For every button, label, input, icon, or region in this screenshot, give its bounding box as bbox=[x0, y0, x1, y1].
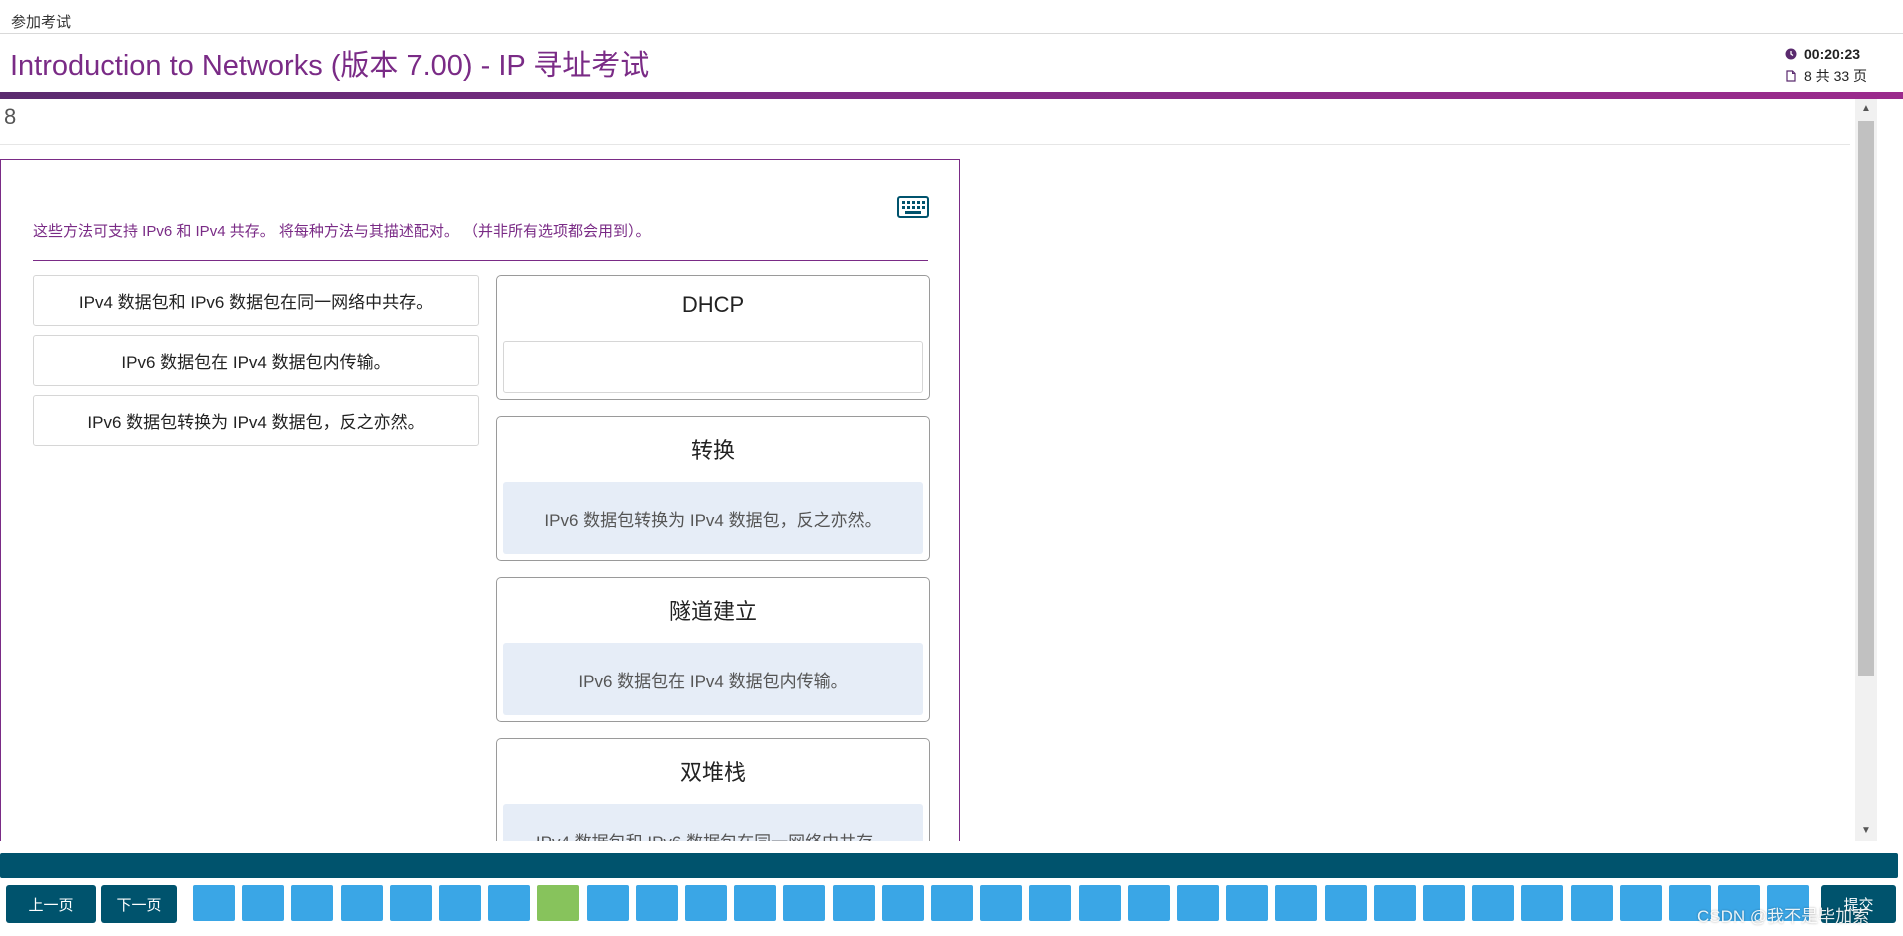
page-square[interactable] bbox=[1325, 885, 1367, 921]
window-topbar: 参加考试 bbox=[0, 0, 1903, 34]
page-square[interactable] bbox=[882, 885, 924, 921]
page-square[interactable] bbox=[488, 885, 530, 921]
page-square[interactable] bbox=[1620, 885, 1662, 921]
scroll-up-arrow-icon[interactable]: ▲ bbox=[1855, 99, 1877, 119]
timer-value: 00:20:23 bbox=[1804, 46, 1861, 62]
previous-page-button[interactable]: 上一页 bbox=[6, 885, 96, 923]
target-dual-stack: 双堆栈 IPv4 数据包和 IPv6 数据包在同一网络中共存。 bbox=[496, 738, 930, 841]
page-square[interactable] bbox=[833, 885, 875, 921]
target-translation: 转换 IPv6 数据包转换为 IPv4 数据包，反之亦然。 bbox=[496, 416, 930, 561]
target-title: 转换 bbox=[690, 438, 735, 463]
target-title: DHCP bbox=[681, 292, 745, 317]
page-square-current[interactable] bbox=[537, 885, 579, 921]
page-square[interactable] bbox=[980, 885, 1022, 921]
page-square[interactable] bbox=[1423, 885, 1465, 921]
drop-zone-answer[interactable]: IPv4 数据包和 IPv6 数据包在同一网络中共存。 bbox=[503, 804, 923, 841]
page-square[interactable] bbox=[1472, 885, 1514, 921]
page-counter-value: 8 共 33 页 bbox=[1804, 68, 1868, 84]
option-list: IPv4 数据包和 IPv6 数据包在同一网络中共存。 IPv6 数据包在 IP… bbox=[33, 275, 481, 455]
page-square[interactable] bbox=[1079, 885, 1121, 921]
next-page-button[interactable]: 下一页 bbox=[101, 885, 177, 923]
page-square[interactable] bbox=[1128, 885, 1170, 921]
keyboard-icon[interactable] bbox=[897, 196, 929, 218]
page-square[interactable] bbox=[1275, 885, 1317, 921]
exam-title: Introduction to Networks (版本 7.00) - IP … bbox=[10, 50, 650, 82]
exam-meta: 00:20:23 8 共 33 页 bbox=[1785, 43, 1895, 87]
document-icon bbox=[1786, 70, 1796, 82]
page-square[interactable] bbox=[1226, 885, 1268, 921]
scrollbar-thumb[interactable] bbox=[1858, 121, 1874, 676]
exam-window: 参加考试 Introduction to Networks (版本 7.00) … bbox=[0, 0, 1903, 936]
header-divider bbox=[0, 92, 1903, 99]
page-square[interactable] bbox=[636, 885, 678, 921]
drop-zone-answer[interactable]: IPv6 数据包在 IPv4 数据包内传输。 bbox=[503, 643, 923, 715]
drag-option[interactable]: IPv6 数据包转换为 IPv4 数据包，反之亦然。 bbox=[33, 395, 479, 446]
page-square[interactable] bbox=[931, 885, 973, 921]
drop-zone-answer[interactable]: IPv6 数据包转换为 IPv4 数据包，反之亦然。 bbox=[503, 482, 923, 554]
page-square[interactable] bbox=[1374, 885, 1416, 921]
vertical-scrollbar[interactable]: ▲ ▼ bbox=[1855, 99, 1877, 841]
navigation-strip bbox=[0, 853, 1898, 878]
drag-option[interactable]: IPv6 数据包在 IPv4 数据包内传输。 bbox=[33, 335, 479, 386]
question-number-divider bbox=[0, 144, 1850, 145]
page-counter: 8 共 33 页 bbox=[1785, 65, 1895, 87]
question-panel: 这些方法可支持 IPv6 和 IPv4 共存。 将每种方法与其描述配对。 （并非… bbox=[0, 159, 960, 841]
page-square[interactable] bbox=[685, 885, 727, 921]
target-dhcp: DHCP bbox=[496, 275, 930, 400]
page-square[interactable] bbox=[1571, 885, 1613, 921]
target-list: DHCP 转换 IPv6 数据包转换为 IPv4 数据包，反之亦然。 隧道建立 … bbox=[496, 275, 930, 841]
page-square[interactable] bbox=[193, 885, 235, 921]
window-title: 参加考试 bbox=[11, 14, 72, 31]
page-square[interactable] bbox=[783, 885, 825, 921]
exam-footer: 上一页 下一页 提交 bbox=[0, 883, 1903, 936]
clock-icon bbox=[1785, 48, 1797, 60]
page-square[interactable] bbox=[587, 885, 629, 921]
question-number: 8 bbox=[4, 104, 17, 129]
watermark: CSDN @我不是毕加索 bbox=[1697, 907, 1870, 926]
page-square[interactable] bbox=[1177, 885, 1219, 921]
target-title: 双堆栈 bbox=[679, 760, 746, 785]
target-title: 隧道建立 bbox=[668, 599, 757, 624]
target-tunneling: 隧道建立 IPv6 数据包在 IPv4 数据包内传输。 bbox=[496, 577, 930, 722]
instruction-divider bbox=[33, 260, 928, 261]
question-instruction: 这些方法可支持 IPv6 和 IPv4 共存。 将每种方法与其描述配对。 （并非… bbox=[33, 223, 651, 240]
scroll-down-arrow-icon[interactable]: ▼ bbox=[1855, 821, 1877, 841]
page-square[interactable] bbox=[1521, 885, 1563, 921]
page-square[interactable] bbox=[734, 885, 776, 921]
page-square[interactable] bbox=[1029, 885, 1071, 921]
question-content[interactable]: 8 这些方法可支持 IPv6 和 IPv4 共存。 将每种方法与其描述配对。 （… bbox=[0, 99, 1855, 841]
page-square[interactable] bbox=[341, 885, 383, 921]
page-square[interactable] bbox=[439, 885, 481, 921]
timer: 00:20:23 bbox=[1785, 43, 1895, 65]
drag-option[interactable]: IPv4 数据包和 IPv6 数据包在同一网络中共存。 bbox=[33, 275, 479, 326]
drop-zone-empty[interactable] bbox=[503, 341, 923, 393]
exam-header: Introduction to Networks (版本 7.00) - IP … bbox=[0, 34, 1903, 92]
page-square[interactable] bbox=[291, 885, 333, 921]
page-square[interactable] bbox=[242, 885, 284, 921]
page-square[interactable] bbox=[390, 885, 432, 921]
page-navigator bbox=[193, 885, 1813, 923]
